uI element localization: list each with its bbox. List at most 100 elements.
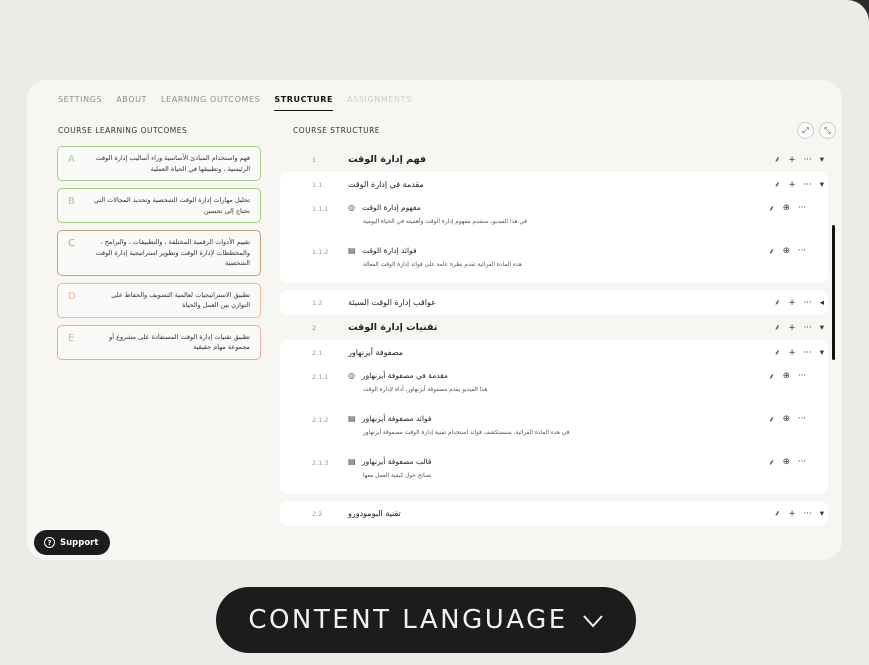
section-row[interactable]: 1 فهم إدارة الوقت ⸙ + ··· ▾ <box>280 147 828 172</box>
lesson-description: في هذا الفيديو، سنقدم مفهوم إدارة الوقت … <box>363 219 528 225</box>
subsection-row[interactable]: 2.2 تقنية البومودورو ⸙ + ··· ▾ <box>280 501 828 526</box>
section-number: 2 <box>312 323 317 332</box>
row-actions: ⸙ + ··· ▾ <box>774 508 824 520</box>
support-button[interactable]: ? Support <box>34 530 111 555</box>
more-icon[interactable]: ··· <box>804 155 812 165</box>
outcome-card-b[interactable]: B تحليل مهارات إدارة الوقت الشخصية وتحدي… <box>57 188 261 223</box>
lesson-item[interactable]: 2.1.3 ▤ قالب مصفوفة أيزنهاور نصائح حول ك… <box>280 451 828 494</box>
lesson-title: قالب مصفوفة أيزنهاور <box>362 457 432 466</box>
add-circle-icon[interactable]: ⊕ <box>783 457 790 468</box>
expand-controls: ⤢ ⤡ <box>797 122 836 139</box>
voice-icon[interactable]: ⸙ <box>774 297 780 308</box>
subsection-number: 1.1 <box>312 180 323 189</box>
subsection-number: 1.2 <box>312 298 323 307</box>
add-circle-icon[interactable]: ⊕ <box>783 246 790 257</box>
chevron-down-icon[interactable]: ▾ <box>820 509 824 519</box>
voice-icon[interactable]: ⸙ <box>768 203 774 214</box>
voice-icon[interactable]: ⸙ <box>768 371 774 382</box>
lesson-number: 2.1.2 <box>312 416 329 424</box>
add-icon[interactable]: + <box>788 323 795 333</box>
add-circle-icon[interactable]: ⊕ <box>783 371 790 382</box>
play-icon: ◎ <box>348 371 355 380</box>
lesson-description: في هذه المادة القرائية، سنستكشف فوائد اس… <box>363 430 570 436</box>
lesson-item[interactable]: 2.1.2 ▤ فوائد مصفوفة أيزنهاور في هذه الم… <box>280 408 828 451</box>
voice-icon[interactable]: ⸙ <box>774 154 780 165</box>
more-icon[interactable]: ··· <box>798 246 806 257</box>
subsection-title: تقنية البومودورو <box>348 509 401 518</box>
add-icon[interactable]: + <box>788 348 795 358</box>
outcome-letter: A <box>68 154 75 165</box>
chevron-left-icon[interactable]: ◂ <box>820 298 824 308</box>
add-circle-icon[interactable]: ⊕ <box>783 203 790 214</box>
more-icon[interactable]: ··· <box>798 457 806 468</box>
section-title: تقنيات إدارة الوقت <box>348 322 438 333</box>
voice-icon[interactable]: ⸙ <box>774 508 780 519</box>
section-row[interactable]: 2 تقنيات إدارة الوقت ⸙ + ··· ▾ <box>280 315 828 340</box>
add-icon[interactable]: + <box>788 298 795 308</box>
outcome-card-a[interactable]: A فهم واستخدام المبادئ الأساسية وراء أسا… <box>57 146 261 181</box>
tab-structure[interactable]: STRUCTURE <box>274 95 334 111</box>
voice-icon[interactable]: ⸙ <box>768 246 774 257</box>
outcome-text: تطبيق تقنيات إدارة الوقت المستفادة على م… <box>109 332 250 352</box>
chevron-down-icon <box>582 605 604 635</box>
more-icon[interactable]: ··· <box>798 371 806 382</box>
voice-icon[interactable]: ⸙ <box>768 414 774 425</box>
add-icon[interactable]: + <box>788 155 795 165</box>
outcome-card-d[interactable]: D تطبيق الاستراتيجيات لعالمية التسويف وا… <box>57 282 261 318</box>
voice-icon[interactable]: ⸙ <box>774 179 780 190</box>
tab-learning-outcomes[interactable]: LEARNING OUTCOMES <box>161 95 260 111</box>
row-actions: ⸙ ⊕ ··· <box>768 457 806 468</box>
lesson-item[interactable]: 1.1.2 ▤ فوائد إدارة الوقت هذه المادة الق… <box>280 240 828 283</box>
reading-icon: ▤ <box>348 414 356 423</box>
lesson-title: مقدمة في مصفوفة أيزنهاور <box>362 371 448 380</box>
tab-about[interactable]: ABOUT <box>116 95 147 111</box>
outcome-letter: B <box>68 196 75 207</box>
lesson-number: 2.1.1 <box>312 373 329 381</box>
learning-outcomes-list: A فهم واستخدام المبادئ الأساسية وراء أسا… <box>57 146 261 367</box>
subsection-group: 1.2 عواقب إدارة الوقت السيئة ⸙ + ··· ◂ <box>280 290 828 315</box>
content-language-button[interactable]: CONTENT LANGUAGE <box>216 587 636 653</box>
chevron-down-icon[interactable]: ▾ <box>820 348 824 358</box>
structure-scrollbar[interactable] <box>832 225 835 360</box>
lesson-item[interactable]: 2.1.1 ◎ مقدمة في مصفوفة أيزنهاور هذا الف… <box>280 365 828 408</box>
subsection-row[interactable]: 1.1 مقدمة في إدارة الوقت ⸙ + ··· ▾ <box>280 172 828 197</box>
lesson-number: 1.1.1 <box>312 205 329 213</box>
subsection-row[interactable]: 1.2 عواقب إدارة الوقت السيئة ⸙ + ··· ◂ <box>280 290 828 315</box>
chevron-down-icon[interactable]: ▾ <box>820 180 824 190</box>
more-icon[interactable]: ··· <box>804 509 812 519</box>
more-icon[interactable]: ··· <box>804 298 812 308</box>
chevron-down-icon[interactable]: ▾ <box>820 323 824 333</box>
voice-icon[interactable]: ⸙ <box>774 347 780 358</box>
row-actions: ⸙ ⊕ ··· <box>768 246 806 257</box>
lesson-title: فوائد مصفوفة أيزنهاور <box>362 414 432 423</box>
outcome-letter: D <box>68 290 76 302</box>
chevron-down-icon[interactable]: ▾ <box>820 155 824 165</box>
content-language-label: CONTENT LANGUAGE <box>248 605 568 635</box>
outcomes-header: COURSE LEARNING OUTCOMES <box>58 126 188 135</box>
voice-icon[interactable]: ⸙ <box>774 322 780 333</box>
more-icon[interactable]: ··· <box>798 414 806 425</box>
add-circle-icon[interactable]: ⊕ <box>783 414 790 425</box>
row-actions: ⸙ ⊕ ··· <box>768 371 806 382</box>
lesson-item[interactable]: 1.1.1 ◎ مفهوم إدارة الوقت في هذا الفيديو… <box>280 197 828 240</box>
collapse-all-icon[interactable]: ⤡ <box>819 122 836 139</box>
support-label: Support <box>60 537 99 548</box>
more-icon[interactable]: ··· <box>804 348 812 358</box>
subsection-row[interactable]: 2.1 مصفوفة أيزنهاور ⸙ + ··· ▾ <box>280 340 828 365</box>
expand-all-icon[interactable]: ⤢ <box>797 122 814 139</box>
subsection-group: 1.1 مقدمة في إدارة الوقت ⸙ + ··· ▾ 1.1.1 ◎ … <box>280 172 828 283</box>
more-icon[interactable]: ··· <box>804 180 812 190</box>
row-actions: ⸙ + ··· ▾ <box>774 154 824 166</box>
outcome-text: تحليل مهارات إدارة الوقت الشخصية وتحديد … <box>93 196 250 215</box>
outcome-card-c[interactable]: C تقييم الأدوات الرقمية المختلفة ، والتط… <box>57 230 261 276</box>
outcome-text: تقييم الأدوات الرقمية المختلفة ، والتطبي… <box>95 238 250 267</box>
add-icon[interactable]: + <box>788 509 795 519</box>
voice-icon[interactable]: ⸙ <box>768 457 774 468</box>
section-number: 1 <box>312 155 317 164</box>
more-icon[interactable]: ··· <box>804 323 812 333</box>
tab-settings[interactable]: SETTINGS <box>58 95 102 111</box>
lesson-description: نصائح حول كيفية العمل معها <box>363 473 432 479</box>
outcome-card-e[interactable]: E تطبيق تقنيات إدارة الوقت المستفادة على… <box>57 324 261 360</box>
add-icon[interactable]: + <box>788 180 795 190</box>
more-icon[interactable]: ··· <box>798 203 806 214</box>
